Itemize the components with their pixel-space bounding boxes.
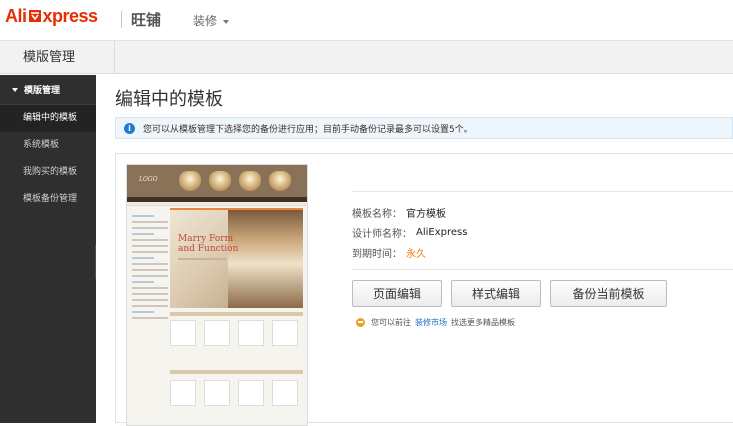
sidebar-item-template-backup[interactable]: 模板备份管理	[0, 186, 96, 213]
expire-value: 永久	[406, 248, 426, 260]
designer-value: AliExpress	[416, 226, 468, 238]
hero-image	[228, 210, 303, 308]
sidebar-header-label: 模版管理	[24, 86, 61, 96]
chevron-down-icon	[223, 19, 230, 24]
triangle-down-icon	[12, 87, 18, 92]
thumbnail-section-bar	[170, 312, 303, 316]
edit-style-button[interactable]: 样式编辑	[451, 280, 541, 307]
tip-prefix: 您可以前往	[371, 318, 411, 327]
decorate-menu[interactable]: 装修	[193, 12, 230, 29]
info-icon: i	[124, 122, 135, 134]
market-tip: 您可以前往 装修市场 找选更多精品模板	[356, 317, 515, 328]
divider	[352, 269, 733, 270]
hero-subline	[178, 258, 226, 260]
logo-text-ali: Ali	[5, 6, 27, 26]
sidebar: 模版管理 编辑中的模板 系统模板 我购买的模板 模板备份管理	[0, 75, 96, 423]
expire-row: 到期时间： 永久	[352, 242, 467, 262]
logo-text-xpress: xpress	[42, 6, 99, 26]
thumbnail-left-column	[132, 211, 168, 421]
template-name-value: 官方模板	[406, 208, 446, 220]
thumbnail-subbar	[127, 202, 307, 206]
chandelier-image	[179, 171, 201, 191]
designer-label: 设计师名称：	[352, 228, 412, 240]
template-name-row: 模板名称： 官方模板	[352, 202, 467, 222]
main-content: 编辑中的模板 i 您可以从模板管理下选择您的备份进行应用；目前手动备份记录最多可…	[96, 75, 733, 426]
expire-label: 到期时间：	[352, 248, 402, 260]
sidebar-item-purchased-template[interactable]: 我购买的模板	[0, 159, 96, 186]
speech-bubble-icon	[356, 318, 365, 327]
tip-suffix: 找选更多精品模板	[451, 318, 515, 327]
logo-cart-icon	[28, 10, 41, 22]
sidebar-item-editing-template[interactable]: 编辑中的模板	[0, 105, 96, 132]
designer-row: 设计师名称： AliExpress	[352, 222, 467, 242]
backup-template-button[interactable]: 备份当前模板	[550, 280, 667, 307]
top-bar: Ali xpress 旺铺 装修	[0, 0, 733, 41]
chandelier-image	[239, 171, 261, 191]
sidebar-item-system-template[interactable]: 系统模板	[0, 132, 96, 159]
chandelier-image	[269, 171, 291, 191]
section-title: 模版管理	[0, 41, 115, 74]
notice-text: 您可以从模板管理下选择您的备份进行应用；目前手动备份记录最多可以设置5个。	[143, 124, 473, 135]
thumbnail-hero: Marry Form and Function	[170, 210, 303, 308]
thumbnail-product-grid	[170, 320, 303, 416]
thumbnail-logo: LOGO	[139, 175, 158, 183]
template-card: LOGO Marry Form and Function 模板名称： 官方模板 …	[115, 153, 733, 426]
template-name-label: 模板名称：	[352, 208, 402, 220]
edit-page-button[interactable]: 页面编辑	[352, 280, 442, 307]
template-info: 模板名称： 官方模板 设计师名称： AliExpress 到期时间： 永久	[352, 202, 467, 262]
sidebar-header[interactable]: 模版管理	[0, 75, 96, 105]
chandelier-image	[209, 171, 231, 191]
brand-title[interactable]: 旺铺	[131, 9, 161, 30]
template-thumbnail[interactable]: LOGO Marry Form and Function	[126, 164, 308, 426]
page-title: 编辑中的模板	[115, 89, 223, 110]
decoration-market-link[interactable]: 装修市场	[415, 317, 447, 328]
aliexpress-logo[interactable]: Ali xpress	[5, 6, 98, 30]
thumbnail-header: LOGO	[127, 165, 307, 197]
divider	[352, 191, 733, 192]
decorate-label: 装修	[193, 14, 218, 28]
divider	[121, 11, 122, 28]
hero-title: Marry Form and Function	[178, 234, 239, 254]
info-notice: i 您可以从模板管理下选择您的备份进行应用；目前手动备份记录最多可以设置5个。	[115, 117, 733, 139]
action-buttons: 页面编辑 样式编辑 备份当前模板	[352, 280, 667, 307]
section-strip: 模版管理	[0, 41, 733, 74]
